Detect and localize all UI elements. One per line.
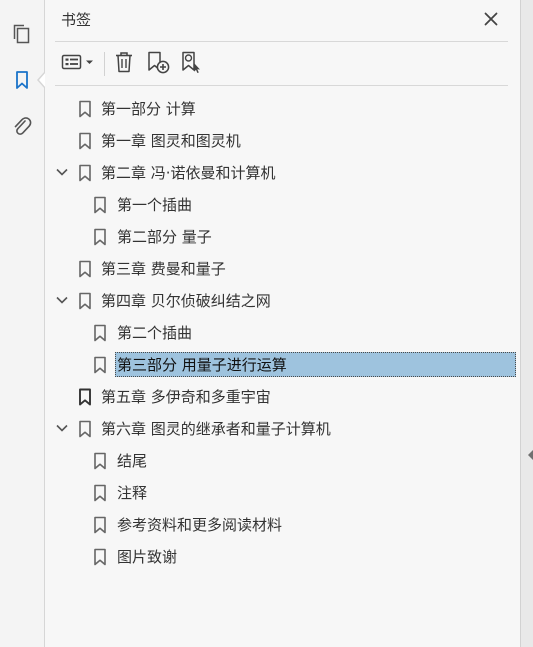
bookmark-item[interactable]: 第二部分 量子 [45, 221, 520, 251]
page-thumbnails-button[interactable] [0, 18, 44, 50]
chevron-down-icon[interactable] [55, 165, 69, 179]
bookmarks-panel: 书签 第一部分 计算 第一章 图灵和图灵机 第二章 冯·诺依曼和计算机 第一个插… [45, 0, 520, 647]
bookmark-item[interactable]: 第二章 冯·诺依曼和计算机 [45, 157, 520, 187]
bookmark-label: 结尾 [117, 452, 148, 470]
bookmark-label: 第二个插曲 [117, 324, 193, 342]
bookmark-icon [78, 420, 92, 442]
bookmark-icon [93, 452, 107, 474]
find-bookmark-icon [179, 50, 205, 78]
bookmark-icon [78, 292, 92, 314]
bookmark-icon [93, 484, 107, 506]
bookmark-icon [93, 228, 107, 250]
collapse-panel-handle[interactable] [528, 450, 533, 460]
bookmark-label: 第二部分 量子 [117, 228, 212, 246]
page-thumbnails-icon [11, 23, 33, 45]
options-menu-button[interactable] [59, 50, 97, 78]
bookmark-label: 第一个插曲 [117, 196, 193, 214]
delete-bookmark-button[interactable] [111, 50, 137, 78]
options-menu-icon [60, 52, 96, 76]
attachments-icon [11, 114, 33, 138]
delete-bookmark-icon [113, 50, 135, 78]
document-area-edge [520, 0, 533, 647]
bookmark-icon [78, 388, 92, 410]
find-bookmark-button[interactable] [178, 50, 206, 78]
bookmark-label: 第一章 图灵和图灵机 [101, 132, 241, 150]
new-bookmark-icon [145, 50, 171, 78]
bookmark-item[interactable]: 图片致谢 [45, 541, 520, 571]
bookmark-label: 第四章 贝尔侦破纠结之网 [101, 292, 271, 310]
bookmark-icon [93, 516, 107, 538]
chevron-down-icon[interactable] [55, 293, 69, 307]
navigation-rail [0, 0, 46, 647]
bookmark-icon [93, 356, 107, 378]
bookmark-icon [93, 196, 107, 218]
bookmark-label: 参考资料和更多阅读材料 [117, 516, 283, 534]
close-icon [484, 11, 498, 30]
bookmark-label: 第六章 图灵的继承者和量子计算机 [101, 420, 331, 438]
bookmark-item[interactable]: 第四章 贝尔侦破纠结之网 [45, 285, 520, 315]
new-bookmark-button[interactable] [144, 50, 172, 78]
bookmark-icon [93, 324, 107, 346]
bookmark-item[interactable]: 结尾 [45, 445, 520, 475]
bookmark-label: 注释 [117, 484, 148, 502]
bookmark-item[interactable]: 第二个插曲 [45, 317, 520, 347]
bookmark-item[interactable]: 第一个插曲 [45, 189, 520, 219]
bookmarks-button[interactable] [0, 64, 46, 96]
bookmark-label: 第五章 多伊奇和多重宇宙 [101, 388, 271, 406]
bookmark-item[interactable]: 第五章 多伊奇和多重宇宙 [45, 381, 520, 411]
chevron-down-icon[interactable] [55, 421, 69, 435]
toolbar-separator [104, 52, 105, 76]
bookmark-label: 图片致谢 [117, 548, 178, 566]
bookmark-label: 第二章 冯·诺依曼和计算机 [101, 164, 276, 182]
bookmark-icon [78, 260, 92, 282]
bookmark-icon [93, 548, 107, 570]
header-divider [55, 41, 508, 42]
bookmark-icon [78, 164, 92, 186]
bookmark-item-selected[interactable]: 第三部分 用量子进行运算 [45, 349, 520, 379]
bookmark-label: 第一部分 计算 [101, 100, 196, 118]
bookmark-item[interactable]: 第三章 费曼和量子 [45, 253, 520, 283]
bookmark-item[interactable]: 第一章 图灵和图灵机 [45, 125, 520, 155]
bookmark-item[interactable]: 注释 [45, 477, 520, 507]
close-panel-button[interactable] [481, 10, 501, 30]
bookmark-item[interactable]: 第一部分 计算 [45, 93, 520, 123]
panel-title: 书签 [61, 11, 92, 29]
bookmark-item[interactable]: 第六章 图灵的继承者和量子计算机 [45, 413, 520, 443]
bookmarks-icon [12, 69, 32, 91]
bookmark-icon [78, 100, 92, 122]
bookmark-icon [78, 132, 92, 154]
bookmark-label: 第三部分 用量子进行运算 [115, 352, 516, 377]
bookmark-item[interactable]: 参考资料和更多阅读材料 [45, 509, 520, 539]
attachments-button[interactable] [0, 110, 44, 142]
toolbar-divider [55, 85, 508, 86]
bookmark-label: 第三章 费曼和量子 [101, 260, 226, 278]
